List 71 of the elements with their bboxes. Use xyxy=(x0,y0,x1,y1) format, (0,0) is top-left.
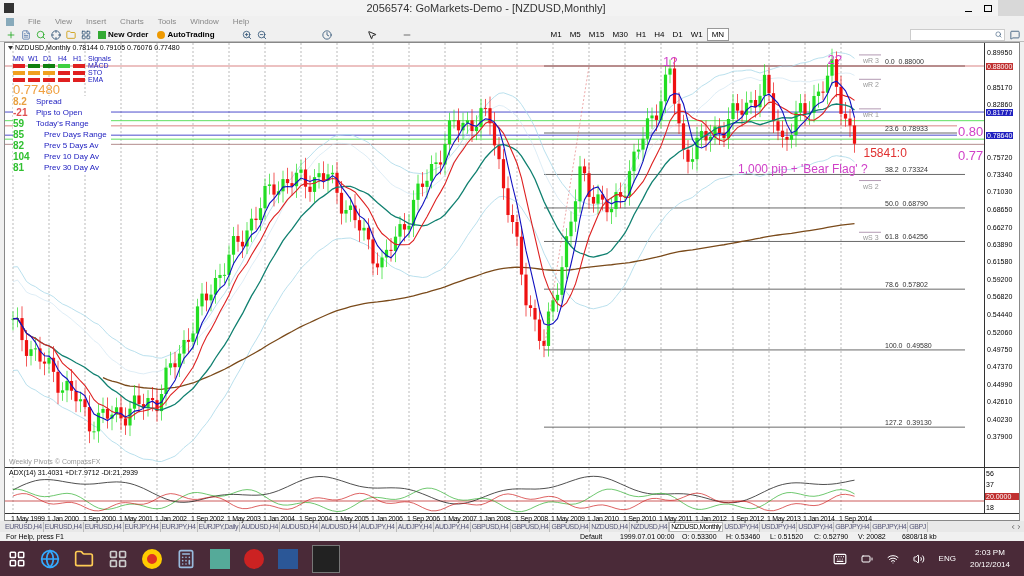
menu-item[interactable]: Charts xyxy=(120,16,144,28)
menu-item[interactable]: View xyxy=(54,16,73,28)
search-field[interactable] xyxy=(910,28,1005,41)
timeframe-button[interactable]: M15 xyxy=(584,28,609,41)
browser-icon[interactable] xyxy=(40,548,60,569)
stat-value: 59 xyxy=(13,118,26,129)
folder-icon[interactable] xyxy=(74,548,94,569)
cursor-icon[interactable] xyxy=(366,29,377,40)
navigator-icon[interactable] xyxy=(36,29,46,40)
clock-date: 20/12/2014 xyxy=(969,558,1010,571)
timeframe-button[interactable]: MN xyxy=(706,28,730,41)
search-icon[interactable] xyxy=(995,31,1002,38)
crosshair-icon[interactable] xyxy=(51,29,61,40)
stat-value: 81 xyxy=(13,162,26,173)
stat-label: Prev 5 Days Av xyxy=(44,141,99,150)
chart-annotation: 1,000 pip + 'Bear Flag' ? xyxy=(738,163,868,175)
app-icon[interactable] xyxy=(108,548,128,569)
timeframe-button[interactable]: M5 xyxy=(565,28,585,41)
stat-value: -21 xyxy=(13,107,29,118)
app-icon xyxy=(4,3,14,13)
stat-value: 8.2 xyxy=(13,96,28,107)
pivot-line xyxy=(858,54,882,56)
menu-item[interactable]: Tools xyxy=(157,16,177,28)
volume-icon[interactable] xyxy=(912,552,925,565)
battery-icon[interactable] xyxy=(860,552,873,565)
language-indicator[interactable]: ENG xyxy=(938,552,956,565)
timeframe-button[interactable]: M1 xyxy=(546,28,566,41)
chart-annotation: 0.80 xyxy=(957,125,984,138)
timeframe-button[interactable]: W1 xyxy=(686,28,707,41)
stat-label: Prev Days Range xyxy=(44,130,107,139)
keyboard-icon[interactable] xyxy=(832,551,847,566)
menu-item[interactable]: Window xyxy=(190,16,219,28)
collapse-icon[interactable] xyxy=(8,45,13,50)
profiles-icon[interactable] xyxy=(21,29,31,40)
pivot-line xyxy=(858,78,882,80)
start-icon[interactable] xyxy=(8,549,26,568)
chat-icon[interactable] xyxy=(1010,29,1020,40)
zoom-in-icon[interactable] xyxy=(241,29,252,40)
auto-trading-button[interactable]: AutoTrading xyxy=(155,28,217,41)
stat-value: 104 xyxy=(13,151,31,162)
stat-label: Prev 30 Day Av xyxy=(44,163,99,172)
new-order-button[interactable]: New Order xyxy=(96,28,151,41)
stat-value: 85 xyxy=(13,129,26,140)
pivot-line xyxy=(858,180,882,181)
menu-icon xyxy=(6,18,14,26)
scroll-right-icon[interactable] xyxy=(1016,523,1022,530)
stat-label: Today's Range xyxy=(36,119,89,128)
stat-label: Pips to Open xyxy=(36,108,83,117)
clock-icon[interactable] xyxy=(321,29,332,40)
timeframe-button[interactable]: D1 xyxy=(668,28,687,41)
clock-time: 2:03 PM xyxy=(975,546,1005,559)
menu-item[interactable]: Insert xyxy=(86,16,107,28)
pivot-line xyxy=(858,231,882,233)
timeframe-button[interactable]: H1 xyxy=(631,28,651,41)
price-readout: 0.77480 xyxy=(13,83,61,96)
zoom-out-icon[interactable] xyxy=(256,29,267,40)
chart-annotation: 0.77 xyxy=(957,149,984,162)
stat-label: Spread xyxy=(36,97,62,106)
stat-value: 82 xyxy=(13,140,26,151)
window-title: 2056574: GoMarkets-Demo - [NZDUSD,Monthly] xyxy=(366,0,606,16)
timeframe-button[interactable]: M30 xyxy=(608,28,632,41)
pivot-line xyxy=(858,108,882,110)
chart-annotation: 15841:0 xyxy=(863,147,907,159)
menu-item[interactable]: File xyxy=(28,16,41,28)
menu-item[interactable]: Help xyxy=(232,16,250,28)
terminal-icon[interactable] xyxy=(81,29,91,40)
wifi-icon[interactable] xyxy=(886,552,899,565)
stat-label: Prev 10 Day Av xyxy=(44,152,99,161)
timeframe-button[interactable]: H4 xyxy=(650,28,669,41)
calculator-icon[interactable] xyxy=(176,548,196,569)
scroll-left-icon[interactable] xyxy=(1010,523,1016,530)
